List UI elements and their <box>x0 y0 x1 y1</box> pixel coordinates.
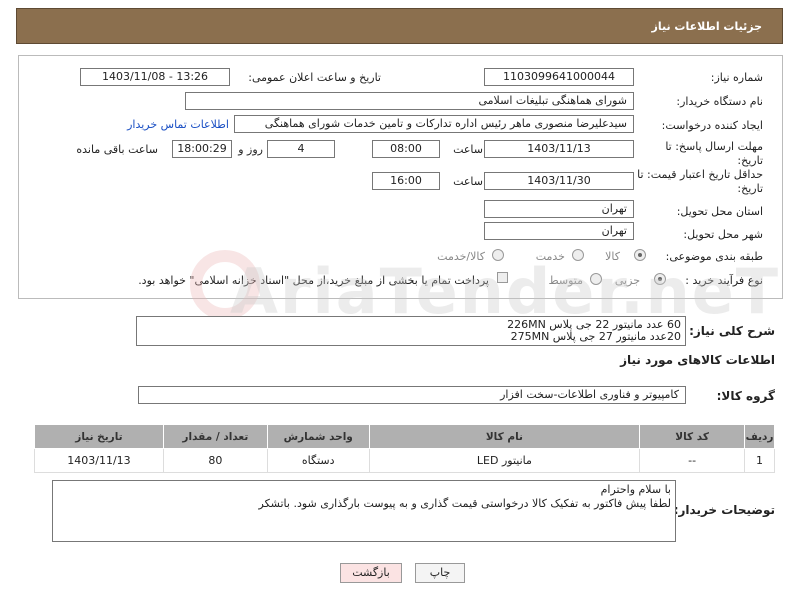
cell-need-date: 1403/11/13 <box>34 448 164 473</box>
category-goods-service-label: کالا/خدمت <box>437 250 485 263</box>
buyer-notes-label: توضیحات خریدار: <box>673 503 775 517</box>
process-minor-radio[interactable] <box>654 273 666 285</box>
category-label: طبقه بندی موضوعی: <box>665 250 763 263</box>
price-validity-label: حداقل تاریخ اعتبار قیمت: تا تاریخ: <box>637 168 763 195</box>
process-type-label: نوع فرآیند خرید : <box>685 274 763 287</box>
category-service-radio[interactable] <box>572 249 584 261</box>
buyer-notes-line-2: لطفا پیش فاکتور به تفکیک کالا درخواستی ق… <box>258 497 671 510</box>
validity-time-field: 16:00 <box>372 172 440 190</box>
cell-unit: دستگاه <box>266 448 370 473</box>
col-unit: واحد شمارش <box>266 424 370 449</box>
category-goods-label: کالا <box>605 250 620 263</box>
category-service-label: خدمت <box>535 250 565 263</box>
validity-date-field: 1403/11/30 <box>484 172 634 190</box>
buyer-notes-box: با سلام واحترام لطفا پیش فاکتور به تفکیک… <box>52 480 676 542</box>
province-label: استان محل تحویل: <box>676 205 763 218</box>
deadline-date-field: 1403/11/13 <box>484 140 634 158</box>
deadline-label: مهلت ارسال پاسخ: تا تاریخ: <box>665 140 763 167</box>
need-number-field: 1103099641000044 <box>484 68 634 86</box>
need-summary-box: 60 عدد مانیتور 22 جی پلاس 226MN 20عدد ما… <box>136 316 686 346</box>
buyer-contact-link[interactable]: اطلاعات تماس خریدار <box>127 118 229 131</box>
goods-table-header: ردیف کد کالا نام کالا واحد شمارش تعداد /… <box>34 424 775 449</box>
need-summary-line-2: 20عدد مانیتور 27 جی پلاس 275MN <box>510 330 681 343</box>
back-button[interactable]: بازگشت <box>340 563 402 583</box>
col-need-date: تاریخ نیاز <box>34 424 164 449</box>
buyer-org-label: نام دستگاه خریدار: <box>676 95 763 108</box>
col-goods-name: نام کالا <box>368 424 641 449</box>
buyer-org-field: شورای هماهنگی تبلیغات اسلامی <box>185 92 634 110</box>
cell-quantity: 80 <box>162 448 268 473</box>
deadline-time-field: 08:00 <box>372 140 440 158</box>
table-row: 1 -- مانیتور LED دستگاه 80 1403/11/13 <box>34 448 775 473</box>
remaining-time-field: 18:00:29 <box>172 140 232 158</box>
cell-goods-name: مانیتور LED <box>368 448 641 473</box>
category-goods-service-radio[interactable] <box>492 249 504 261</box>
validity-time-label: ساعت <box>453 175 483 188</box>
print-button[interactable]: چاپ <box>415 563 465 583</box>
province-field: تهران <box>484 200 634 218</box>
process-medium-label: متوسط <box>548 274 583 287</box>
days-label: روز و <box>238 143 263 156</box>
announce-datetime-label: تاریخ و ساعت اعلان عمومی: <box>248 71 381 84</box>
goods-group-field: کامپیوتر و فناوری اطلاعات-سخت افزار <box>138 386 686 404</box>
category-goods-radio[interactable] <box>634 249 646 261</box>
remaining-time-label: ساعت باقی مانده <box>76 143 158 156</box>
announce-datetime-field: 1403/11/08 - 13:26 <box>80 68 230 86</box>
deadline-time-label: ساعت <box>453 143 483 156</box>
treasury-payment-note: پرداخت تمام یا بخشی از مبلغ خرید،از محل … <box>138 274 489 287</box>
col-goods-code: کد کالا <box>639 424 746 449</box>
city-field: تهران <box>484 222 634 240</box>
col-quantity: تعداد / مقدار <box>162 424 268 449</box>
process-minor-label: جزیی <box>614 274 640 287</box>
need-number-label: شماره نیاز: <box>710 71 763 84</box>
cell-row-number: 1 <box>744 448 775 473</box>
need-summary-label: شرح کلی نیاز: <box>689 324 775 338</box>
page-header: جزئیات اطلاعات نیاز <box>16 8 783 44</box>
process-medium-radio[interactable] <box>590 273 602 285</box>
col-row-number: ردیف <box>744 424 775 449</box>
buyer-notes-line-1: با سلام واحترام <box>600 483 671 496</box>
goods-table: ردیف کد کالا نام کالا واحد شمارش تعداد /… <box>34 424 775 473</box>
creator-field: سیدعلیرضا منصوری ماهر رئیس اداره تدارکات… <box>234 115 634 133</box>
cell-goods-code: -- <box>639 448 746 473</box>
days-remaining-field: 4 <box>267 140 335 158</box>
page-title: جزئیات اطلاعات نیاز <box>651 20 763 33</box>
goods-info-title: اطلاعات کالاهای مورد نیاز <box>620 353 775 367</box>
goods-group-label: گروه کالا: <box>716 389 775 403</box>
city-label: شهر محل تحویل: <box>683 228 763 241</box>
treasury-payment-checkbox[interactable] <box>497 272 508 283</box>
creator-label: ایجاد کننده درخواست: <box>661 119 763 132</box>
